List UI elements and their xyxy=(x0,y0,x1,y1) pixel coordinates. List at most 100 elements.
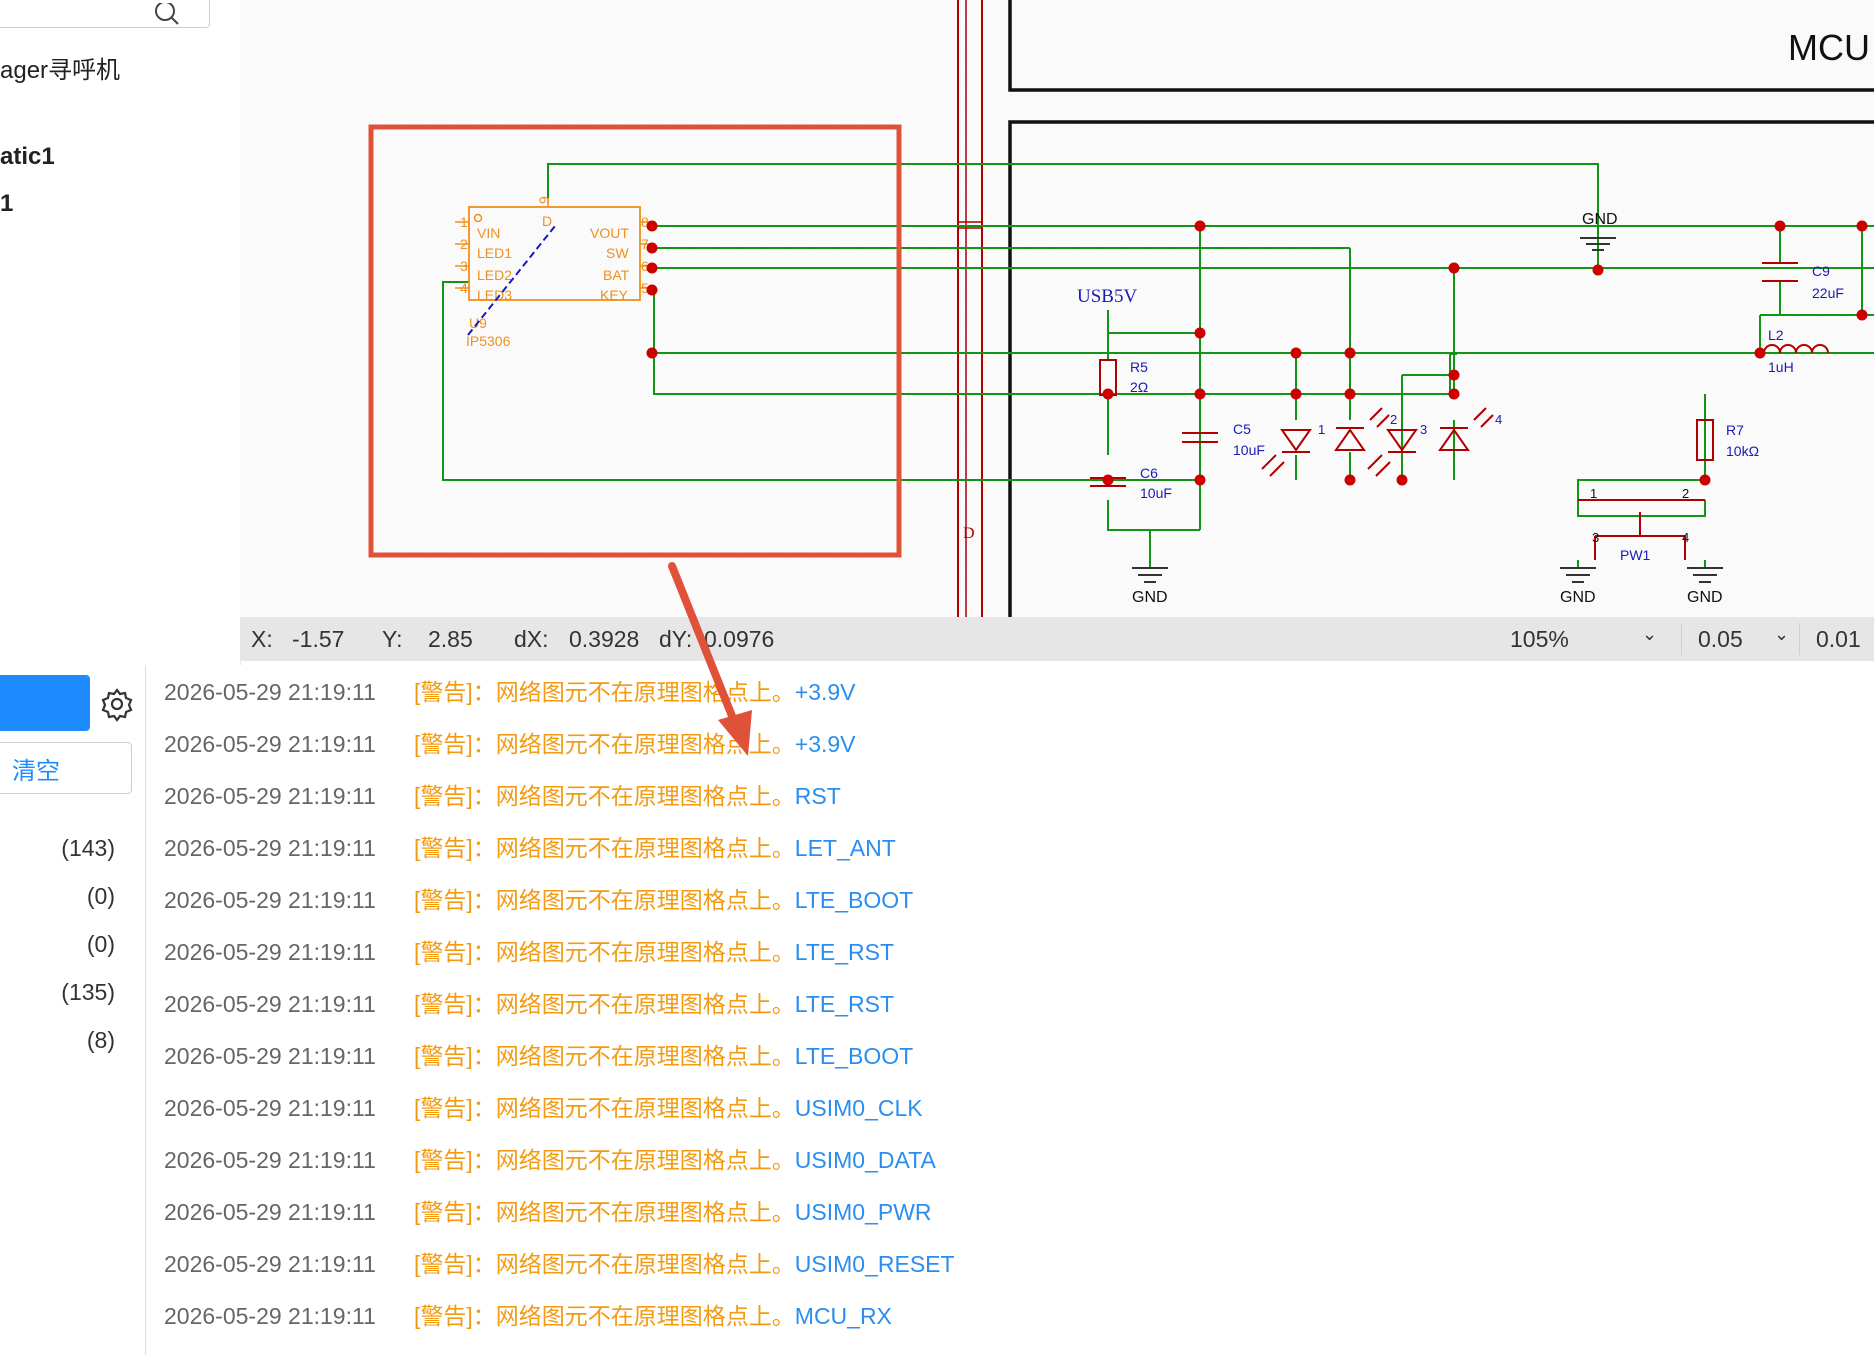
svg-text:BAT: BAT xyxy=(603,267,630,283)
log-net[interactable]: LTE_RST xyxy=(795,939,894,965)
log-tag: [警告] xyxy=(414,1147,473,1173)
log-time: 2026-05-29 21:19:11 xyxy=(164,731,376,757)
log-row[interactable]: 2026-05-29 21:19:11 [警告]：网络图元不在原理图格点上。USI… xyxy=(164,1245,955,1285)
log-net[interactable]: USIM0_CLK xyxy=(795,1095,923,1121)
svg-text:3: 3 xyxy=(460,258,468,274)
search-icon[interactable] xyxy=(153,3,183,27)
log-row[interactable]: 2026-05-29 21:19:11 [警告]：网络图元不在原理图格点上。RST xyxy=(164,777,841,817)
svg-text:1uH: 1uH xyxy=(1768,359,1794,375)
svg-text:GND: GND xyxy=(1132,589,1168,606)
log-row[interactable]: 2026-05-29 21:19:11[警告]：网络图元不在原理图格点上。MCU… xyxy=(164,1297,892,1337)
log-net[interactable]: USIM0_DATA xyxy=(795,1147,936,1173)
svg-text:R7: R7 xyxy=(1726,422,1744,438)
log-net[interactable]: LTE_RST xyxy=(795,991,894,1017)
junction-dot xyxy=(646,347,658,359)
log-msg: ：网络图元不在原理图格点上。 xyxy=(472,1095,795,1121)
log-row[interactable]: 2026-05-29 21:19:11 [警告]：网络图元不在原理图格点上。USI… xyxy=(164,1193,932,1233)
gear-icon[interactable] xyxy=(98,685,136,723)
log-time: 2026-05-29 21:19:11 xyxy=(164,939,376,965)
svg-text:LED1: LED1 xyxy=(477,245,512,261)
clear-button[interactable]: 清空 xyxy=(0,742,132,794)
primary-action-button[interactable] xyxy=(0,675,90,731)
junction-dot xyxy=(1344,347,1356,359)
svg-text:GND: GND xyxy=(1687,589,1723,606)
svg-text:10uF: 10uF xyxy=(1140,485,1172,501)
log-row[interactable]: 2026-05-29 21:19:11 [警告]：网络图元不在原理图格点上。LTE… xyxy=(164,985,894,1025)
log-tag: [警告] xyxy=(414,1303,473,1329)
log-msg: ：网络图元不在原理图格点上。 xyxy=(472,1251,795,1277)
svg-text:SW: SW xyxy=(606,245,629,261)
log-net[interactable]: USIM0_PWR xyxy=(795,1199,932,1225)
search-input[interactable] xyxy=(0,0,210,28)
log-tag: [警告] xyxy=(414,1095,473,1121)
count-error[interactable]: (0) xyxy=(15,883,115,910)
svg-text:10kΩ: 10kΩ xyxy=(1726,443,1759,459)
junction-dot xyxy=(1290,388,1302,400)
annotation-arrow xyxy=(668,562,752,756)
grid-select[interactable]: 0.05 ⌄ xyxy=(1681,623,1800,655)
log-time: 2026-05-29 21:19:11 xyxy=(164,887,376,913)
log-net[interactable]: USIM0_RESET xyxy=(795,1251,955,1277)
svg-text:C6: C6 xyxy=(1140,465,1158,481)
y-label: Y: xyxy=(382,626,403,652)
svg-text:L2: L2 xyxy=(1768,327,1784,343)
log-row[interactable]: 2026-05-29 21:19:11 [警告]：网络图元不在原理图格点上。LET… xyxy=(164,829,896,869)
svg-text:2Ω: 2Ω xyxy=(1130,379,1148,395)
svg-text:D: D xyxy=(542,213,552,229)
log-net[interactable]: LTE_BOOT xyxy=(795,887,913,913)
status-bar: X: -1.57 Y: 2.85 dX: 0.3928 dY: 0.0976 1… xyxy=(240,617,1874,661)
log-row[interactable]: 2026-05-29 21:19:11 [警告]：网络图元不在原理图格点上。LTE… xyxy=(164,881,913,921)
tree-item-project[interactable]: ager寻呼机 xyxy=(0,50,120,85)
junction-dot xyxy=(1102,388,1114,400)
junction-dot xyxy=(1290,347,1302,359)
svg-text:22uF: 22uF xyxy=(1812,285,1844,301)
log-net[interactable]: RST xyxy=(795,783,841,809)
log-tag: [警告] xyxy=(414,679,473,705)
svg-text:LED3: LED3 xyxy=(477,287,512,303)
svg-text:4: 4 xyxy=(1495,412,1502,427)
svg-text:PW1: PW1 xyxy=(1620,547,1651,563)
zoom-select[interactable]: 105% ⌄ xyxy=(1510,623,1665,655)
log-time: 2026-05-29 21:19:11 xyxy=(164,1043,376,1069)
count-info[interactable]: (8) xyxy=(15,1027,115,1054)
junction-dot xyxy=(1194,388,1206,400)
log-msg: ：网络图元不在原理图格点上。 xyxy=(472,1043,795,1069)
log-row[interactable]: 2026-05-29 21:19:11 [警告]：网络图元不在原理图格点上。LTE… xyxy=(164,1037,913,1077)
svg-text:1: 1 xyxy=(1590,486,1597,501)
junction-dot xyxy=(1194,327,1206,339)
log-row[interactable]: 2026-05-29 21:19:11 [警告]：网络图元不在原理图格点上。LTE… xyxy=(164,933,894,973)
count-warning[interactable]: (135) xyxy=(15,979,115,1006)
log-net[interactable]: +3.9V xyxy=(795,679,856,705)
log-tag: [警告] xyxy=(414,1199,473,1225)
svg-text:4: 4 xyxy=(460,280,468,296)
tree-item-schematic[interactable]: atic1 xyxy=(0,143,55,171)
log-time: 2026-05-29 21:19:11 xyxy=(164,1199,376,1225)
svg-text:3: 3 xyxy=(1420,422,1427,437)
svg-text:R5: R5 xyxy=(1130,359,1148,375)
junction-dot xyxy=(1699,474,1711,486)
log-tag: [警告] xyxy=(414,991,473,1017)
junction-dot xyxy=(646,284,658,296)
log-time: 2026-05-29 21:19:11 xyxy=(164,1303,376,1329)
junction-dot xyxy=(1102,474,1114,486)
count-all[interactable]: (143) xyxy=(15,835,115,862)
log-row[interactable]: 2026-05-29 21:19:11 [警告]：网络图元不在原理图格点上。USI… xyxy=(164,1141,936,1181)
snap-select[interactable]: 0.01 xyxy=(1799,623,1874,655)
schematic-canvas[interactable]: D MCU VIN LED1 LED2 LED3 VOUT SW BAT KEY… xyxy=(240,0,1874,617)
svg-text:VIN: VIN xyxy=(477,225,500,241)
log-row[interactable]: 2026-05-29 21:19:11 [警告]：网络图元不在原理图格点上。USI… xyxy=(164,1089,923,1129)
junction-dot xyxy=(646,242,658,254)
log-net[interactable]: LET_ANT xyxy=(795,835,896,861)
junction-dot xyxy=(1448,262,1460,274)
log-net[interactable]: +3.9V xyxy=(795,731,856,757)
svg-text:3: 3 xyxy=(1592,530,1599,545)
log-msg: ：网络图元不在原理图格点上。 xyxy=(472,1147,795,1173)
log-list[interactable]: 2026-05-29 21:19:11 [警告]：网络图元不在原理图格点上。+3.… xyxy=(146,665,1874,1355)
log-net[interactable]: MCU_RX xyxy=(795,1303,892,1329)
count-fatal[interactable]: (0) xyxy=(15,931,115,958)
log-net[interactable]: LTE_BOOT xyxy=(795,1043,913,1069)
svg-text:C9: C9 xyxy=(1812,263,1830,279)
tree-item-sheet[interactable]: 1 xyxy=(0,190,13,218)
log-row[interactable]: 2026-05-29 21:19:11[警告]：网络图元不在原理图格点上。MCU… xyxy=(164,1349,889,1355)
log-tag: [警告] xyxy=(414,887,473,913)
